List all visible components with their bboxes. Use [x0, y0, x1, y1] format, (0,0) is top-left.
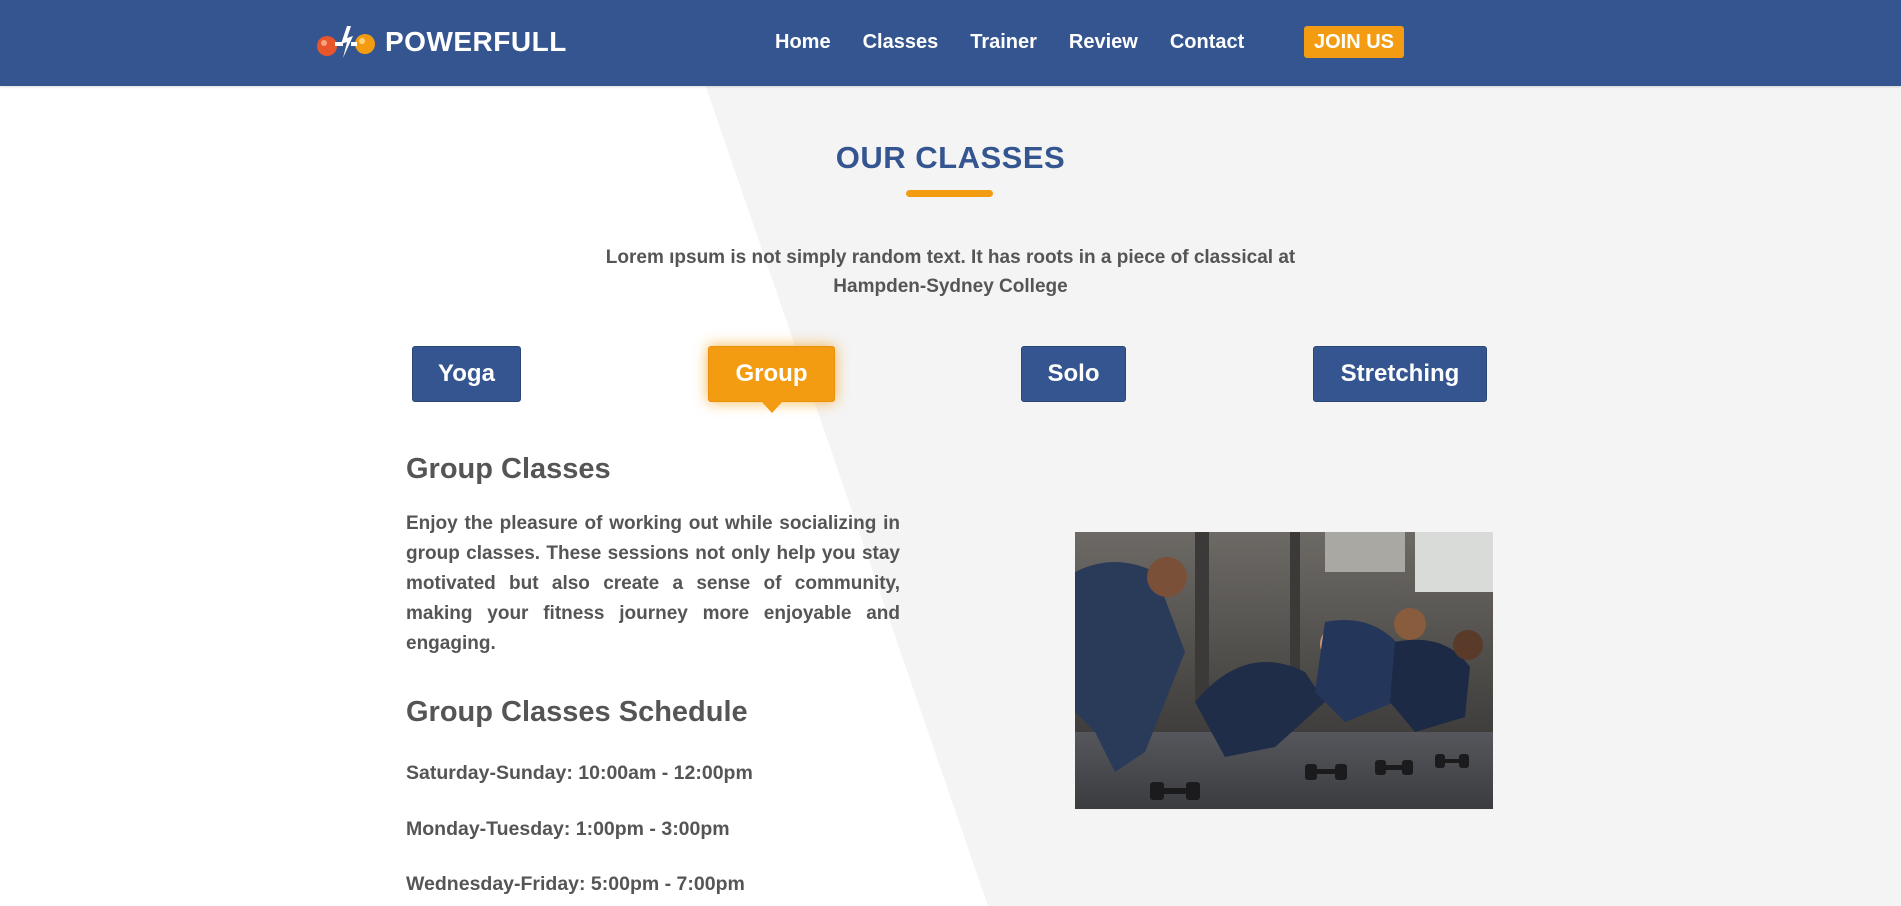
- diagonal-background: [0, 0, 988, 906]
- tab-stretching[interactable]: Stretching: [1313, 346, 1487, 402]
- group-class-photo: [1075, 532, 1493, 809]
- brand-logo[interactable]: POWERFULL: [315, 20, 567, 64]
- section-intro: Lorem ıpsum is not simply random text. I…: [0, 243, 1901, 301]
- intro-line-2: Hampden-Sydney College: [833, 276, 1068, 297]
- schedule-item: Monday-Tuesday: 1:00pm - 3:00pm: [406, 818, 730, 840]
- main-nav: Home Classes Trainer Review Contact: [775, 24, 1276, 60]
- logo-icon: [317, 26, 375, 58]
- nav-item-trainer[interactable]: Trainer: [970, 31, 1037, 54]
- class-description: Enjoy the pleasure of working out while …: [406, 513, 900, 654]
- intro-line-1: Lorem ıpsum is not simply random text. I…: [605, 247, 1296, 268]
- schedule-item: Saturday-Sunday: 10:00am - 12:00pm: [406, 762, 753, 784]
- tab-yoga[interactable]: Yoga: [412, 346, 521, 402]
- nav-item-review[interactable]: Review: [1069, 31, 1138, 54]
- tab-group[interactable]: Group: [708, 346, 835, 413]
- join-us-button[interactable]: JOIN US: [1304, 26, 1405, 58]
- title-underline: [906, 190, 993, 197]
- site-header: POWERFULL Home Classes Trainer Review Co…: [0, 0, 1901, 86]
- nav-item-contact[interactable]: Contact: [1170, 31, 1244, 54]
- schedule-heading: Group Classes Schedule: [406, 696, 748, 728]
- tab-solo[interactable]: Solo: [1021, 346, 1126, 402]
- class-photo-illustration: [1075, 532, 1493, 809]
- brand-name: POWERFULL: [385, 26, 567, 57]
- nav-item-classes[interactable]: Classes: [863, 31, 939, 54]
- section-title: OUR CLASSES: [835, 140, 1066, 175]
- class-heading: Group Classes: [406, 453, 611, 485]
- schedule-item: Wednesday-Friday: 5:00pm - 7:00pm: [406, 873, 745, 895]
- nav-item-home[interactable]: Home: [775, 31, 831, 54]
